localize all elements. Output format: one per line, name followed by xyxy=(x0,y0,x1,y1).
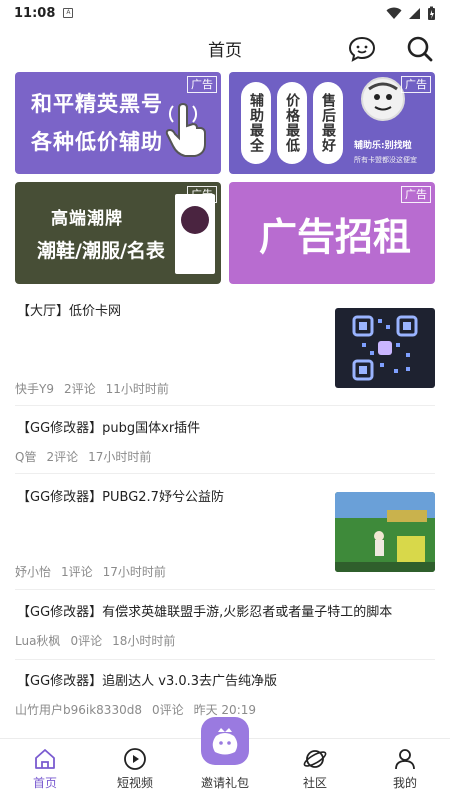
tab-invite-gift[interactable]: 邀请礼包 xyxy=(180,717,270,800)
post-title[interactable]: 【GG修改器】pubg国体xr插件 xyxy=(17,417,200,436)
post-meta: Q管 2评论 17小时时前 xyxy=(15,448,161,465)
post-time: 18小时时前 xyxy=(112,634,176,648)
tab-label: 首页 xyxy=(32,776,57,790)
post-time: 17小时时前 xyxy=(88,450,152,464)
post-meta: 山竹用户b96ik8330d8 0评论 昨天 20:19 xyxy=(15,701,266,718)
tab-profile[interactable]: 我的 xyxy=(360,739,450,800)
user-icon xyxy=(395,749,415,770)
tab-home[interactable]: 首页 xyxy=(0,739,90,800)
ad-tag: 广告 xyxy=(401,76,431,93)
ad-side-text: 山竹社区 xyxy=(179,241,211,250)
post-comments: 0评论 xyxy=(151,703,184,717)
ad-banner-cheat-service[interactable]: 辅助最全 价格最低 售后最好 辅助乐:别找啦 所有卡盟都没这便宜 广告 xyxy=(229,72,435,174)
search-icon[interactable] xyxy=(405,34,435,64)
post-meta: 快手Y9 2评论 11小时时前 xyxy=(15,380,179,397)
ad-headline: 广告招租 xyxy=(259,215,412,259)
list-item[interactable]: 【大厅】低价卡网 快手Y9 2评论 11小时时前 xyxy=(15,290,435,406)
wifi-icon xyxy=(386,7,402,19)
planet-icon xyxy=(303,750,327,768)
app-header: 首页 xyxy=(0,28,450,68)
post-author: 山竹用户b96ik8330d8 xyxy=(15,703,142,717)
qr-code-thumbnail[interactable] xyxy=(335,308,435,388)
ad-headline: 高端潮牌 xyxy=(51,209,123,229)
ad-grid: 和平精英黑号 各种低价辅助 广告 辅助最全 价格最低 售后最好 辅助乐:别找啦 … xyxy=(15,72,435,284)
tab-short-video[interactable]: 短视频 xyxy=(90,739,180,800)
ad-tag: 广告 xyxy=(187,186,217,203)
ad-tag: 广告 xyxy=(401,186,431,203)
status-bar: 11:08 A xyxy=(0,0,450,26)
post-author: Q管 xyxy=(15,450,37,464)
ad-banner-for-rent[interactable]: 广告招租 广告 xyxy=(229,182,435,284)
post-comments: 1评论 xyxy=(61,565,93,579)
ad-tag: 广告 xyxy=(187,76,217,93)
ad-subline: 各种低价辅助 xyxy=(31,130,163,154)
post-time: 17小时时前 xyxy=(102,565,166,579)
tab-community[interactable]: 社区 xyxy=(270,739,360,800)
ad-pill: 售后最好 xyxy=(313,82,343,164)
tab-label: 我的 xyxy=(392,776,417,790)
post-meta: 妤小怡 1评论 17小时时前 xyxy=(15,563,176,580)
game-screenshot-thumbnail[interactable] xyxy=(335,492,435,572)
list-item[interactable]: 【GG修改器】有偿求英雄联盟手游,火影忍者或者量子特工的脚本 Lua秋枫 0评论 1… xyxy=(15,590,435,660)
list-item[interactable]: 【GG修改器】pubg国体xr插件 Q管 2评论 17小时时前 xyxy=(15,406,435,474)
home-icon xyxy=(35,749,55,769)
pointing-hand-icon xyxy=(165,102,206,157)
page-title: 首页 xyxy=(208,40,242,61)
list-item[interactable]: 【GG修改器】PUBG2.7妤兮公益防 妤小怡 1评论 17小时时前 xyxy=(15,474,435,590)
post-title[interactable]: 【GG修改器】有偿求英雄联盟手游,火影忍者或者量子特工的脚本 xyxy=(17,601,392,620)
status-time: 11:08 xyxy=(14,5,56,21)
play-icon xyxy=(124,748,146,770)
post-title[interactable]: 【GG修改器】PUBG2.7妤兮公益防 xyxy=(17,486,224,505)
notification-icon: A xyxy=(63,8,74,18)
post-time: 昨天 20:19 xyxy=(193,703,257,717)
post-title[interactable]: 【GG修改器】追剧达人 v3.0.3去广告纯净版 xyxy=(17,670,277,689)
battery-icon xyxy=(428,6,435,20)
tab-label: 邀请礼包 xyxy=(200,776,249,790)
post-comments: 2评论 xyxy=(63,382,96,396)
bottom-tab-bar: 首页 短视频 邀请礼包 社区 我的 xyxy=(0,717,450,800)
ad-pill: 辅助最全 xyxy=(241,82,271,164)
mangosteen-icon xyxy=(181,206,209,234)
signal-icon xyxy=(409,7,420,19)
ad-caption-small: 所有卡盟都没这便宜 xyxy=(354,156,417,164)
ad-banner-fashion[interactable]: 高端潮牌 潮鞋/潮服/名表 山竹社区 站长担保 广告 xyxy=(15,182,221,284)
ad-pill: 价格最低 xyxy=(277,82,307,164)
post-author: 妤小怡 xyxy=(15,565,52,579)
ad-banner-game-account[interactable]: 和平精英黑号 各种低价辅助 广告 xyxy=(15,72,221,174)
meme-face-image xyxy=(361,77,405,121)
post-meta: Lua秋枫 0评论 18小时时前 xyxy=(15,632,185,649)
post-comments: 2评论 xyxy=(46,450,79,464)
ad-side-text: 站长担保 xyxy=(179,255,211,264)
tab-label: 社区 xyxy=(302,776,327,790)
post-author: Lua秋枫 xyxy=(15,634,61,648)
chat-icon[interactable] xyxy=(347,34,377,64)
post-time: 11小时时前 xyxy=(105,382,169,396)
post-comments: 0评论 xyxy=(70,634,103,648)
status-indicators xyxy=(386,6,436,21)
post-feed: 【大厅】低价卡网 快手Y9 2评论 11小时时前 【GG修改器】pubg国体xr插件… xyxy=(0,290,450,726)
ad-caption: 辅助乐:别找啦 xyxy=(354,141,412,151)
ad-subline: 潮鞋/潮服/名表 xyxy=(37,240,165,262)
ad-headline: 和平精英黑号 xyxy=(31,92,163,116)
post-author: 快手Y9 xyxy=(15,382,54,396)
post-title[interactable]: 【大厅】低价卡网 xyxy=(17,300,121,319)
gift-bag-icon xyxy=(201,717,249,765)
tab-label: 短视频 xyxy=(116,776,153,790)
